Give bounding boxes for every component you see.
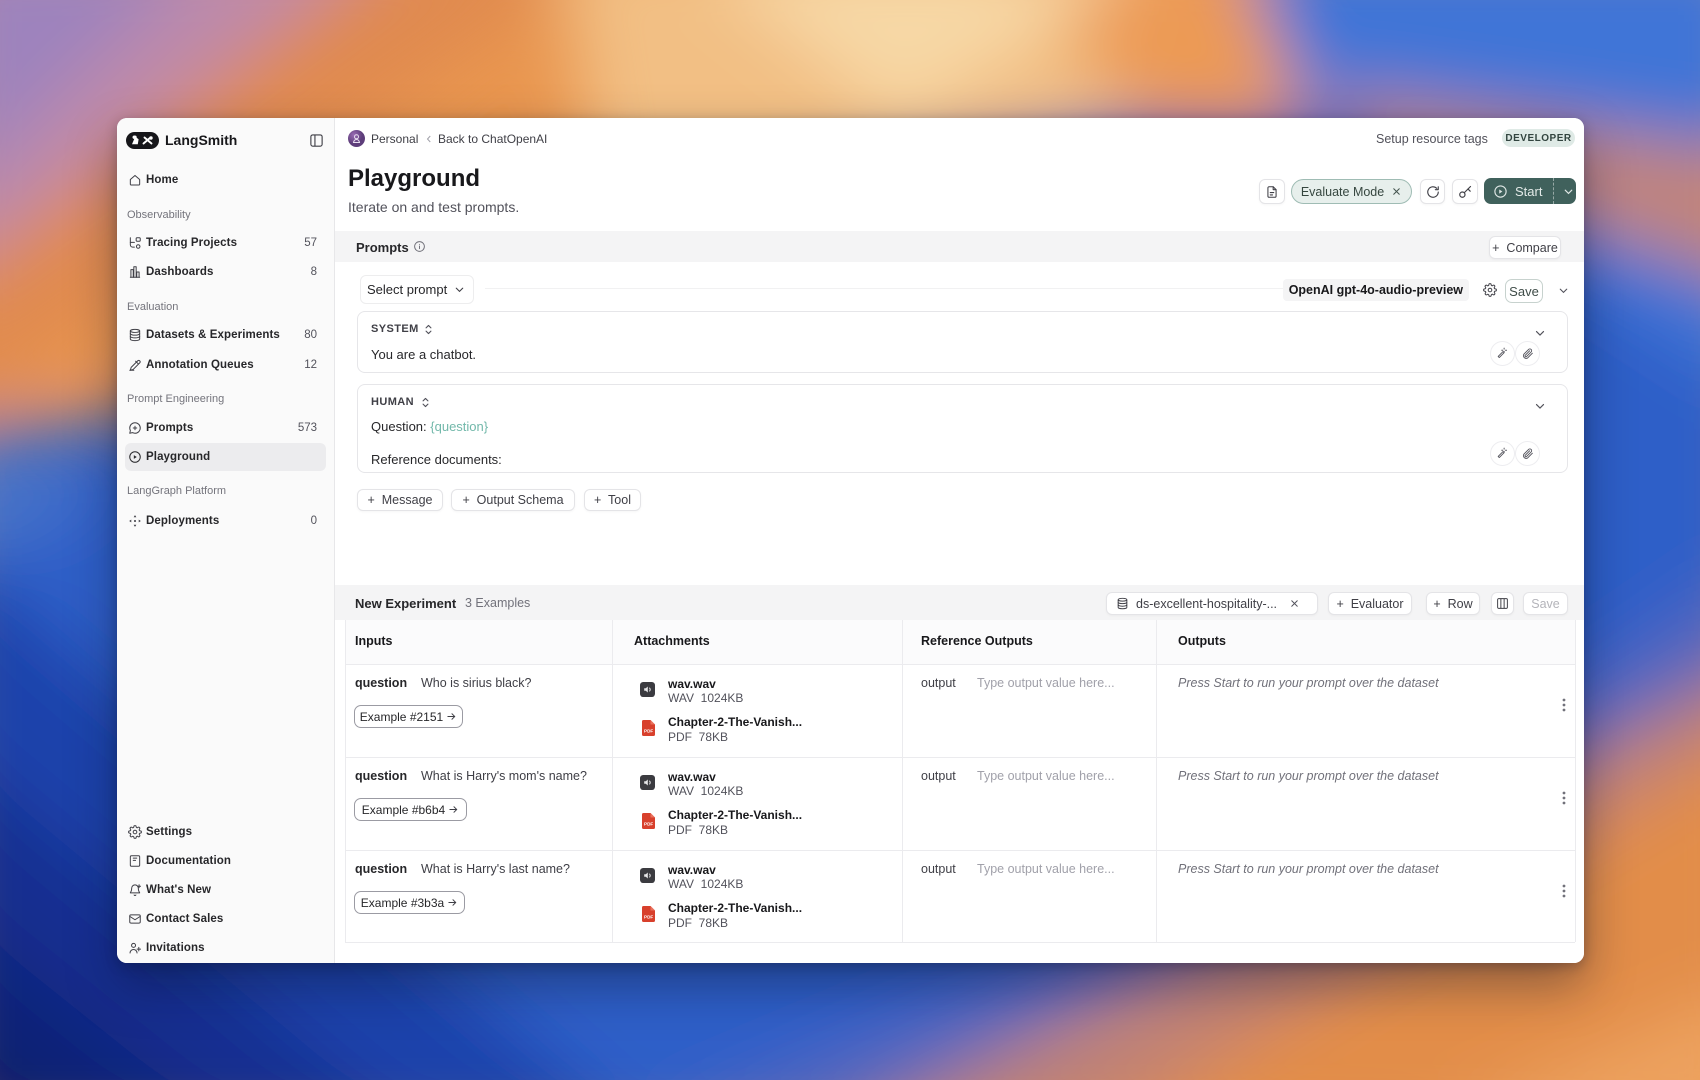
svg-text:PDF: PDF	[644, 729, 653, 734]
svg-text:PDF: PDF	[644, 822, 653, 827]
svg-text:PDF: PDF	[644, 915, 653, 920]
